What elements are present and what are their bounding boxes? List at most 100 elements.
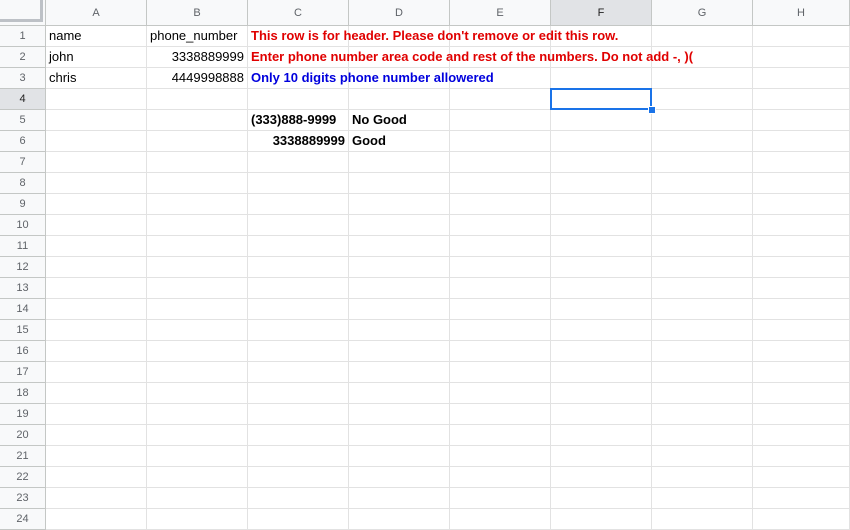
cell-h24[interactable] [753,509,850,530]
row-header-22[interactable]: 22 [0,467,46,488]
row-header-21[interactable]: 21 [0,446,46,467]
cell-g1[interactable] [652,26,753,47]
cell-h14[interactable] [753,299,850,320]
cell-f5[interactable] [551,110,652,131]
cell-h4[interactable] [753,89,850,110]
cell-h10[interactable] [753,215,850,236]
cell-d21[interactable] [349,446,450,467]
cell-g5[interactable] [652,110,753,131]
cell-h3[interactable] [753,68,850,89]
cell-b5[interactable] [147,110,248,131]
cell-g6[interactable] [652,131,753,152]
cell-a13[interactable] [46,278,147,299]
cell-a12[interactable] [46,257,147,278]
cell-c4[interactable] [248,89,349,110]
row-header-18[interactable]: 18 [0,383,46,404]
cell-f3[interactable] [551,68,652,89]
row-header-1[interactable]: 1 [0,26,46,47]
cell-a5[interactable] [46,110,147,131]
cell-c10[interactable] [248,215,349,236]
cell-f24[interactable] [551,509,652,530]
row-header-17[interactable]: 17 [0,362,46,383]
row-header-2[interactable]: 2 [0,47,46,68]
cell-a18[interactable] [46,383,147,404]
cell-f14[interactable] [551,299,652,320]
cell-b12[interactable] [147,257,248,278]
cell-d18[interactable] [349,383,450,404]
cell-g13[interactable] [652,278,753,299]
cell-e22[interactable] [450,467,551,488]
cell-f23[interactable] [551,488,652,509]
cell-d12[interactable] [349,257,450,278]
cell-b17[interactable] [147,362,248,383]
row-header-14[interactable]: 14 [0,299,46,320]
cell-d23[interactable] [349,488,450,509]
cell-c9[interactable] [248,194,349,215]
cell-a19[interactable] [46,404,147,425]
cell-e16[interactable] [450,341,551,362]
cell-d9[interactable] [349,194,450,215]
cell-b6[interactable] [147,131,248,152]
row-header-7[interactable]: 7 [0,152,46,173]
cell-d7[interactable] [349,152,450,173]
row-header-8[interactable]: 8 [0,173,46,194]
cell-a8[interactable] [46,173,147,194]
cell-d14[interactable] [349,299,450,320]
cell-a17[interactable] [46,362,147,383]
row-header-9[interactable]: 9 [0,194,46,215]
cell-e18[interactable] [450,383,551,404]
cell-d11[interactable] [349,236,450,257]
cell-c14[interactable] [248,299,349,320]
cell-h16[interactable] [753,341,850,362]
cell-f15[interactable] [551,320,652,341]
cell-e17[interactable] [450,362,551,383]
cell-a14[interactable] [46,299,147,320]
cell-g14[interactable] [652,299,753,320]
cell-a21[interactable] [46,446,147,467]
cell-a4[interactable] [46,89,147,110]
cell-d22[interactable] [349,467,450,488]
cell-g4[interactable] [652,89,753,110]
cell-h6[interactable] [753,131,850,152]
cell-a6[interactable] [46,131,147,152]
row-header-15[interactable]: 15 [0,320,46,341]
row-header-4[interactable]: 4 [0,89,46,110]
cell-f21[interactable] [551,446,652,467]
cell-a10[interactable] [46,215,147,236]
cell-b7[interactable] [147,152,248,173]
cell-c21[interactable] [248,446,349,467]
cell-h15[interactable] [753,320,850,341]
row-header-6[interactable]: 6 [0,131,46,152]
cell-a15[interactable] [46,320,147,341]
row-header-24[interactable]: 24 [0,509,46,530]
cell-h11[interactable] [753,236,850,257]
cell-b19[interactable] [147,404,248,425]
cell-a22[interactable] [46,467,147,488]
cell-e7[interactable] [450,152,551,173]
cell-c12[interactable] [248,257,349,278]
row-header-3[interactable]: 3 [0,68,46,89]
cell-g11[interactable] [652,236,753,257]
cell-e13[interactable] [450,278,551,299]
cell-g19[interactable] [652,404,753,425]
cell-c13[interactable] [248,278,349,299]
cell-g12[interactable] [652,257,753,278]
cell-b21[interactable] [147,446,248,467]
cell-g15[interactable] [652,320,753,341]
cell-f13[interactable] [551,278,652,299]
cell-g8[interactable] [652,173,753,194]
cell-b11[interactable] [147,236,248,257]
cell-g23[interactable] [652,488,753,509]
cell-c18[interactable] [248,383,349,404]
cell-f10[interactable] [551,215,652,236]
cell-c17[interactable] [248,362,349,383]
cell-h2[interactable] [753,47,850,68]
cell-e21[interactable] [450,446,551,467]
cell-c20[interactable] [248,425,349,446]
row-header-10[interactable]: 10 [0,215,46,236]
row-header-11[interactable]: 11 [0,236,46,257]
cell-c23[interactable] [248,488,349,509]
cell-a24[interactable] [46,509,147,530]
column-header-b[interactable]: B [147,0,248,26]
fill-handle[interactable] [648,106,656,114]
